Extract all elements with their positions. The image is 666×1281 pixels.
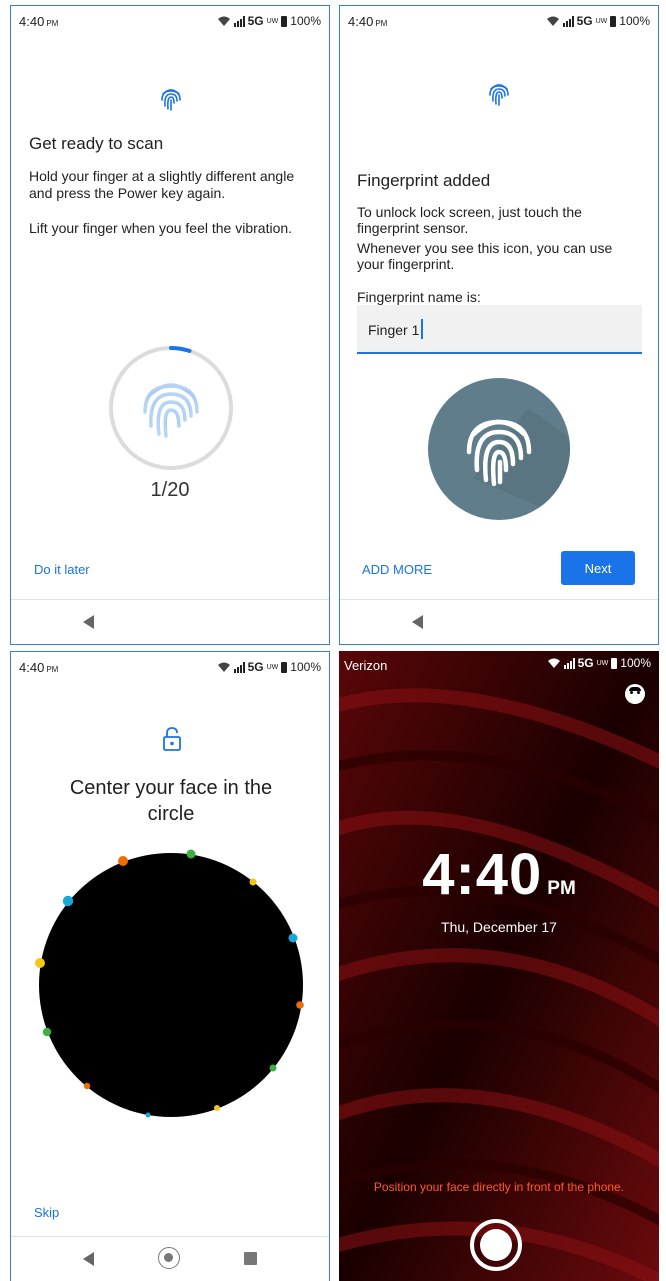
next-button[interactable]: Next	[561, 551, 635, 585]
fingerprint-scan-icon	[143, 383, 199, 438]
signal-icon	[233, 661, 245, 673]
scan-screen: 4:40 PM 5G UW 100% Get ready to scan Hold …	[10, 5, 330, 645]
text-cursor	[421, 319, 423, 339]
status-bar: 4:40 PM 5G UW 100%	[348, 14, 650, 29]
description-text: To unlock lock screen, just touch the fi…	[357, 204, 582, 236]
battery-icon	[611, 657, 618, 669]
progress-counter: 1/20	[150, 479, 190, 501]
fingerprint-name-value: Finger 1	[368, 322, 420, 338]
face-hint: Position your face directly in front of …	[373, 1180, 625, 1194]
name-label: Fingerprint name is:	[357, 289, 481, 305]
status-time: 4:40 PM	[348, 14, 388, 29]
status-bar: 4:40 PM 5G UW 100%	[19, 14, 321, 29]
network-label: 5G	[577, 656, 594, 670]
signal-icon	[233, 15, 245, 27]
network-label: 5G	[576, 14, 593, 28]
battery-icon	[281, 15, 288, 27]
description-text-2: Whenever you see this icon, you can use …	[357, 240, 613, 272]
signal-icon	[562, 15, 574, 27]
face-recognition-icon[interactable]	[625, 684, 645, 704]
battery-percent: 100%	[290, 14, 321, 28]
wifi-icon	[547, 658, 560, 668]
back-icon[interactable]	[83, 1252, 94, 1266]
status-time: 4:40 PM	[19, 660, 59, 675]
back-icon[interactable]	[412, 615, 423, 629]
wifi-icon	[217, 662, 230, 672]
fingerprint-added-screen: 4:40 PM 5G UW 100% Fingerprint added To un…	[339, 5, 659, 645]
instruction-text-2: Lift your finger when you feel the vibra…	[29, 220, 293, 236]
page-title: Fingerprint added	[357, 171, 491, 190]
fingerprint-name-field[interactable]: Finger 1	[357, 305, 642, 354]
page-title: Center your face in the circle	[69, 777, 273, 825]
fingerprint-icon	[466, 408, 570, 520]
face-camera-circle	[39, 853, 303, 1117]
lock-clock: 4:40 PM	[339, 841, 659, 908]
fingerprint-badge	[428, 378, 570, 520]
status-time: 4:40 PM	[19, 14, 59, 29]
recent-apps-icon[interactable]	[244, 1252, 257, 1265]
status-bar: 4:40 PM 5G UW 100%	[19, 660, 321, 675]
nav-bar	[11, 1236, 329, 1281]
face-registration-screen: 4:40 PM 5G UW 100% Center your face in the…	[10, 651, 330, 1281]
battery-percent: 100%	[619, 14, 650, 28]
fingerprint-icon	[161, 89, 181, 111]
carrier-name: Verizon	[344, 658, 388, 673]
battery-icon	[281, 661, 288, 673]
home-icon[interactable]	[158, 1247, 180, 1269]
do-it-later-button[interactable]: Do it later	[34, 562, 90, 577]
clock-ampm: PM	[547, 878, 576, 899]
signal-icon	[563, 657, 575, 669]
battery-icon	[610, 15, 617, 27]
unlock-icon	[163, 727, 181, 751]
fingerprint-icon	[489, 84, 509, 106]
clock-time: 4:40	[422, 842, 543, 907]
add-more-button[interactable]: ADD MORE	[362, 562, 432, 577]
instruction-text: Hold your finger at a slightly different…	[29, 168, 295, 201]
page-title: Get ready to scan	[29, 134, 164, 153]
battery-percent: 100%	[620, 656, 651, 670]
nav-bar	[340, 599, 658, 644]
back-icon[interactable]	[83, 615, 94, 629]
lock-date: Thu, December 17	[441, 919, 557, 935]
face-unlock-button[interactable]	[470, 1219, 522, 1271]
network-label: 5G	[247, 14, 264, 28]
lock-screen: Verizon 5G UW 100% 4:40 PM Thu, December 1…	[339, 651, 659, 1281]
next-button-label: Next	[584, 560, 612, 576]
battery-percent: 100%	[290, 660, 321, 674]
nav-bar	[11, 599, 329, 644]
network-label: 5G	[247, 660, 264, 674]
wifi-icon	[217, 16, 230, 26]
wifi-icon	[546, 16, 559, 26]
skip-button[interactable]: Skip	[34, 1205, 59, 1220]
